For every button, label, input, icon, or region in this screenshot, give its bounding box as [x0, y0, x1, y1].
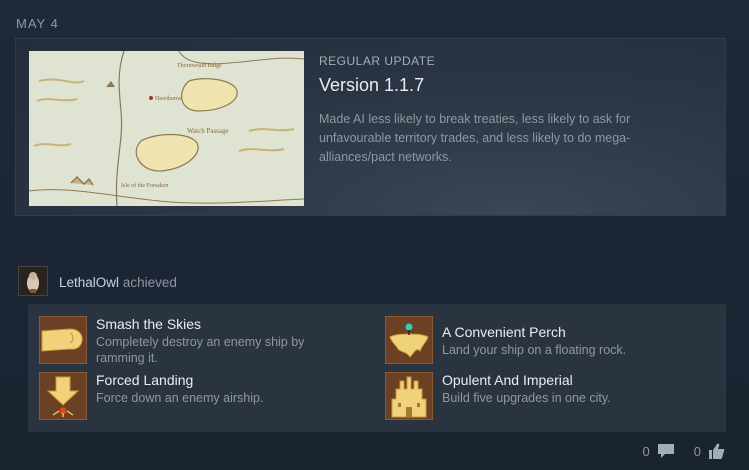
news-map-image[interactable]: Thornweald Ridge Hawthorne Watch Passage…: [29, 51, 304, 206]
achiever-action: achieved: [122, 275, 177, 290]
floating-rock-icon: [385, 316, 433, 364]
achievement-title: Smash the Skies: [96, 316, 202, 332]
palace-icon: [385, 372, 433, 420]
comment-bubble-icon: [657, 444, 674, 458]
down-arrow-crash-icon: [39, 372, 87, 420]
avatar[interactable]: [18, 266, 48, 296]
achievement-item[interactable]: A Convenient Perch Land your ship on a f…: [385, 316, 715, 366]
thumbs-up-icon: [709, 443, 725, 459]
achievement-description: Land your ship on a floating rock.: [442, 343, 627, 357]
map-label: Thornweald Ridge: [177, 63, 222, 69]
achiever-text: LethalOwl achieved: [59, 275, 177, 290]
achievements-panel: Smash the Skies Completely destroy an en…: [28, 304, 726, 432]
map-label: Isle of the Forsaken: [121, 182, 169, 189]
post-footer: 0 0: [643, 440, 725, 462]
achievement-item[interactable]: Smash the Skies Completely destroy an en…: [39, 316, 369, 366]
fist-icon: [39, 316, 87, 364]
achievement-title: Opulent And Imperial: [442, 372, 573, 388]
achiever-name[interactable]: LethalOwl: [59, 275, 119, 290]
achievement-description: Completely destroy an enemy ship by ramm…: [96, 335, 305, 365]
like-button[interactable]: 0: [694, 442, 725, 460]
achievement-description: Build five upgrades in one city.: [442, 391, 611, 405]
achievement-item[interactable]: Forced Landing Force down an enemy airsh…: [39, 372, 369, 422]
map-label: Watch Passage: [187, 127, 229, 135]
date-header: MAY 4: [16, 16, 59, 31]
achievement-title: A Convenient Perch: [442, 324, 566, 340]
achievement-description: Force down an enemy airship.: [96, 391, 264, 405]
news-type-label: REGULAR UPDATE: [319, 54, 436, 68]
map-illustration: Thornweald Ridge Hawthorne Watch Passage…: [29, 51, 304, 206]
map-label: Hawthorne: [155, 96, 182, 102]
comments-button[interactable]: 0: [643, 442, 676, 460]
news-card[interactable]: Thornweald Ridge Hawthorne Watch Passage…: [15, 38, 726, 216]
achievement-title: Forced Landing: [96, 372, 194, 388]
achievement-item[interactable]: Opulent And Imperial Build five upgrades…: [385, 372, 715, 422]
news-meta: REGULAR UPDATE Version 1.1.7 Made AI les…: [319, 54, 704, 167]
like-count: 0: [693, 443, 701, 459]
news-summary: Made AI less likely to break treaties, l…: [319, 112, 631, 164]
comment-count: 0: [642, 443, 650, 459]
owl-avatar-icon: [19, 267, 47, 295]
news-title[interactable]: Version 1.1.7: [319, 75, 704, 96]
